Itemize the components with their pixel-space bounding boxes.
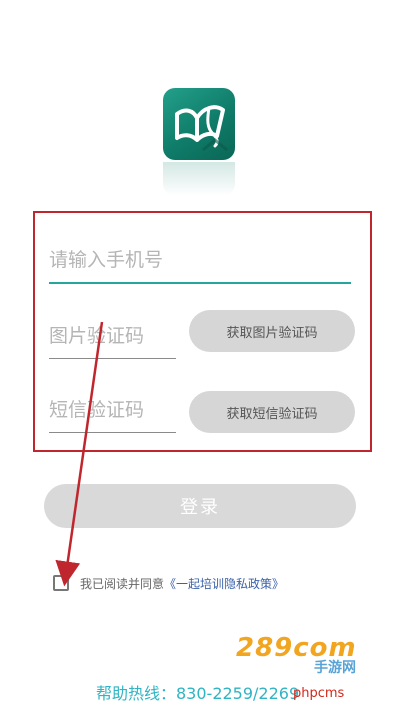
sms-code-input[interactable]: [49, 392, 176, 433]
image-captcha-input[interactable]: [49, 318, 176, 359]
help-hotline: 帮助热线：830-2259/2269: [96, 684, 300, 703]
login-button[interactable]: 登录: [44, 484, 356, 528]
privacy-policy-link[interactable]: 《一起培训隐私政策》: [164, 575, 284, 592]
agreement-text: 我已阅读并同意: [80, 576, 165, 591]
app-logo: [163, 88, 237, 162]
watermark-text: phpcms: [293, 686, 345, 701]
get-sms-code-button[interactable]: 获取短信验证码: [189, 391, 355, 433]
agree-checkbox[interactable]: [53, 575, 69, 591]
logo-reflection: [163, 162, 235, 196]
watermark-subtitle: 手游网: [314, 660, 356, 676]
book-leaf-icon: [163, 88, 235, 160]
get-image-captcha-button[interactable]: 获取图片验证码: [189, 310, 355, 352]
phone-number-input[interactable]: [49, 242, 351, 284]
agreement-row: 我已阅读并同意 《一起培训隐私政策》: [53, 573, 284, 593]
